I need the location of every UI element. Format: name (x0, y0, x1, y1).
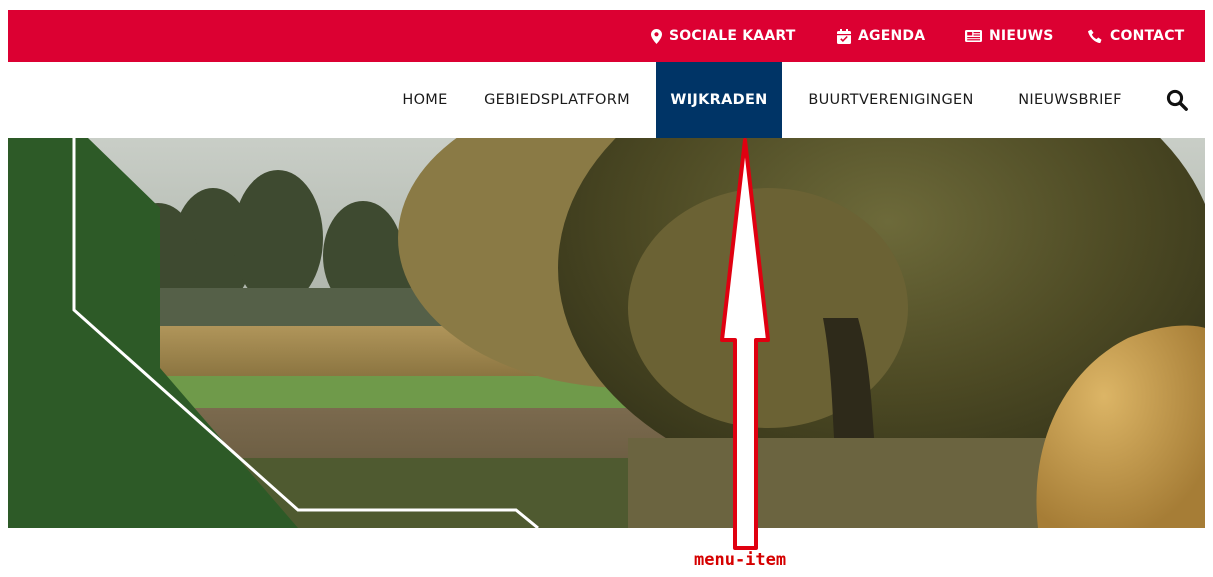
up-arrow-icon (720, 138, 770, 550)
annotation-label: menu-item (694, 550, 787, 570)
